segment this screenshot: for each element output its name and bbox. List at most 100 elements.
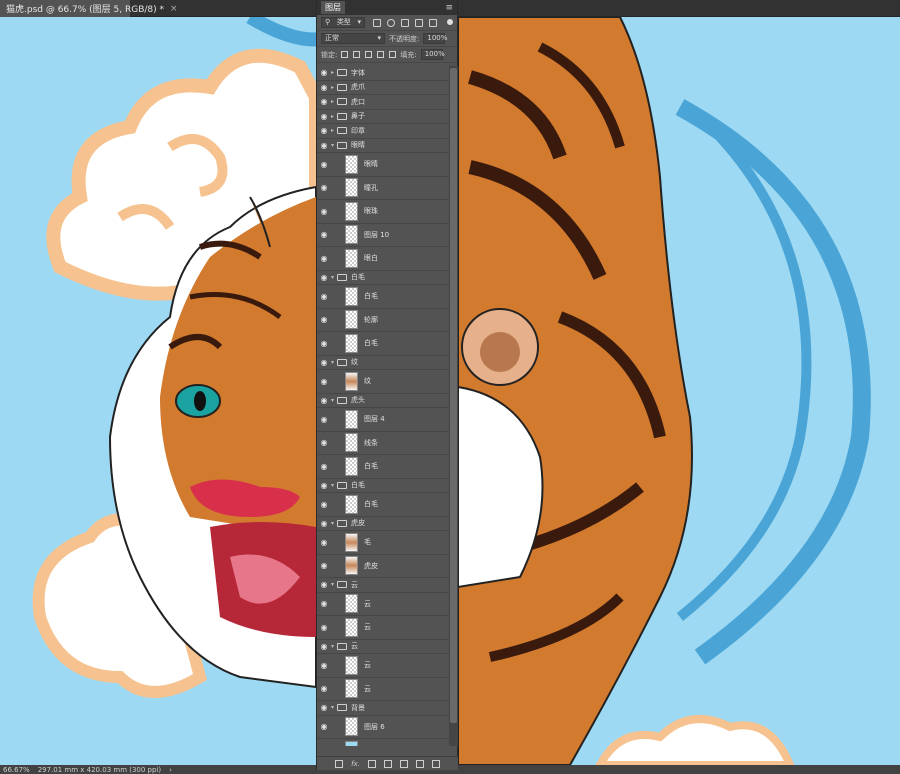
layer-thumbnail[interactable] bbox=[345, 178, 358, 198]
layer-thumbnail[interactable] bbox=[345, 617, 358, 637]
layer-group-row[interactable]: ◉ ▸ 虎口 bbox=[317, 95, 449, 110]
eye-icon[interactable]: ◉ bbox=[317, 112, 331, 121]
eye-icon[interactable]: ◉ bbox=[317, 292, 331, 301]
layer-name[interactable]: 纹 bbox=[364, 376, 371, 386]
layer-style-icon[interactable]: fx. bbox=[351, 760, 360, 768]
layer-thumbnail[interactable] bbox=[345, 456, 358, 476]
layer-group-row[interactable]: ◉ ▾ 背景 bbox=[317, 701, 449, 716]
layer-group-row[interactable]: ◉ ▾ 云 bbox=[317, 639, 449, 654]
layer-row[interactable]: ◉ 纹 bbox=[317, 370, 449, 394]
eye-icon[interactable]: ◉ bbox=[317, 599, 331, 608]
layer-name[interactable]: 云 bbox=[351, 580, 358, 590]
layer-thumbnail[interactable] bbox=[345, 409, 358, 429]
layer-group-row[interactable]: ◉ ▸ 鼻子 bbox=[317, 109, 449, 124]
layer-name[interactable]: 背景 bbox=[351, 703, 365, 713]
layer-name[interactable]: 白毛 bbox=[364, 338, 378, 348]
layer-row[interactable]: ◉ 白毛 bbox=[317, 493, 449, 517]
layer-thumbnail[interactable] bbox=[345, 201, 358, 221]
layer-group-row[interactable]: ◉ ▸ 虎爪 bbox=[317, 80, 449, 95]
close-icon[interactable]: × bbox=[170, 4, 178, 14]
blend-mode-select[interactable]: 正常 ▾ bbox=[321, 33, 385, 44]
eye-icon[interactable]: ◉ bbox=[317, 462, 331, 471]
layer-group-row[interactable]: ◉ ▾ 白毛 bbox=[317, 478, 449, 493]
eye-icon[interactable]: ◉ bbox=[317, 703, 331, 712]
layer-name[interactable]: 瞳孔 bbox=[364, 183, 378, 193]
layer-row[interactable]: ◉ 图层 4 bbox=[317, 408, 449, 432]
layer-name[interactable]: 云 bbox=[364, 599, 371, 609]
layer-name[interactable]: 虎皮 bbox=[351, 518, 365, 528]
layer-row[interactable]: ◉ 毛 bbox=[317, 531, 449, 555]
layer-thumbnail[interactable] bbox=[345, 494, 358, 514]
status-arrow-icon[interactable]: › bbox=[169, 766, 172, 774]
layer-list[interactable]: ◉ ▸ 字体 ◉ ▸ 虎爪 ◉ ▸ 虎口 ◉ ▸ 鼻子 ◉ ▸ 印章 ◉ ▾ 眼睛 ◉ 眼睛 ◉ 瞳孔 ◉ 眼珠 ◉ 图层 10 ◉… bbox=[317, 66, 449, 746]
layer-name[interactable]: 线条 bbox=[364, 438, 378, 448]
layer-thumbnail[interactable] bbox=[345, 532, 358, 552]
tab-layers[interactable]: 图层 bbox=[321, 1, 345, 14]
layer-name[interactable]: 眼珠 bbox=[364, 206, 378, 216]
eye-icon[interactable]: ◉ bbox=[317, 661, 331, 670]
layer-name[interactable]: 虎头 bbox=[351, 395, 365, 405]
layer-row[interactable]: ◉ 图层 6 bbox=[317, 715, 449, 739]
link-layers-icon[interactable] bbox=[335, 759, 344, 768]
adjustment-filter-icon[interactable] bbox=[387, 18, 395, 27]
layer-group-row[interactable]: ◉ ▾ 云 bbox=[317, 578, 449, 593]
eye-icon[interactable]: ◉ bbox=[317, 141, 331, 150]
zoom-readout[interactable]: 66.67% bbox=[3, 766, 30, 774]
layer-filter-select[interactable]: ⚲ 类型 ▾ bbox=[321, 17, 365, 28]
eye-icon[interactable]: ◉ bbox=[317, 415, 331, 424]
layer-name[interactable]: 字体 bbox=[351, 68, 365, 78]
eye-icon[interactable]: ◉ bbox=[317, 396, 331, 405]
layer-thumbnail[interactable] bbox=[345, 740, 358, 746]
eye-icon[interactable]: ◉ bbox=[317, 358, 331, 367]
layer-name[interactable]: 云 bbox=[364, 684, 371, 694]
layer-name[interactable]: 白毛 bbox=[364, 499, 378, 509]
layer-row[interactable]: ◉ 线条 bbox=[317, 431, 449, 455]
layer-group-row[interactable]: ◉ ▾ 白毛 bbox=[317, 270, 449, 285]
layer-name[interactable]: 眼睛 bbox=[351, 140, 365, 150]
layer-name[interactable]: 眼白 bbox=[364, 253, 378, 263]
eye-icon[interactable]: ◉ bbox=[317, 580, 331, 589]
layer-group-row[interactable]: ◉ ▾ 虎头 bbox=[317, 393, 449, 408]
layer-thumbnail[interactable] bbox=[345, 717, 358, 737]
lock-artboard-icon[interactable] bbox=[377, 51, 385, 58]
new-group-icon[interactable] bbox=[399, 759, 408, 768]
layer-row[interactable]: ◉ 云 bbox=[317, 654, 449, 678]
lock-transparency-icon[interactable] bbox=[341, 51, 349, 58]
layer-thumbnail[interactable] bbox=[345, 371, 358, 391]
layer-row[interactable]: ◉ 眼珠 bbox=[317, 200, 449, 224]
layer-row[interactable]: ◉ 瞳孔 bbox=[317, 176, 449, 200]
eye-icon[interactable]: ◉ bbox=[317, 538, 331, 547]
layer-thumbnail[interactable] bbox=[345, 655, 358, 675]
eye-icon[interactable]: ◉ bbox=[317, 68, 331, 77]
layer-thumbnail[interactable] bbox=[345, 594, 358, 614]
lock-image-icon[interactable] bbox=[353, 51, 361, 58]
eye-icon[interactable]: ◉ bbox=[317, 160, 331, 169]
layer-name[interactable]: 白毛 bbox=[351, 480, 365, 490]
scrollbar-thumb[interactable] bbox=[450, 68, 457, 723]
layer-group-row[interactable]: ◉ ▸ 字体 bbox=[317, 66, 449, 81]
eye-icon[interactable]: ◉ bbox=[317, 684, 331, 693]
layer-name[interactable]: 白毛 bbox=[364, 461, 378, 471]
layer-group-row[interactable]: ◉ ▸ 印章 bbox=[317, 124, 449, 139]
eye-icon[interactable]: ◉ bbox=[317, 83, 331, 92]
lock-position-icon[interactable] bbox=[365, 51, 373, 58]
type-filter-icon[interactable] bbox=[401, 18, 409, 27]
opacity-field[interactable]: 100% bbox=[423, 33, 447, 44]
layer-row[interactable]: ◉ 白毛 bbox=[317, 332, 449, 356]
eye-icon[interactable]: ◉ bbox=[317, 254, 331, 263]
shape-filter-icon[interactable] bbox=[415, 18, 423, 27]
layer-row[interactable]: ◉ 眼睛 bbox=[317, 153, 449, 177]
layer-name[interactable]: 云 bbox=[364, 660, 371, 670]
eye-icon[interactable]: ◉ bbox=[317, 377, 331, 386]
trash-icon[interactable] bbox=[431, 759, 440, 768]
eye-icon[interactable]: ◉ bbox=[317, 500, 331, 509]
layer-name[interactable]: 白毛 bbox=[351, 272, 365, 282]
layer-name[interactable]: 云 bbox=[351, 641, 358, 651]
pixel-filter-icon[interactable] bbox=[373, 18, 381, 27]
layer-name[interactable]: 鼻子 bbox=[351, 111, 365, 121]
layer-name[interactable]: 轮廓 bbox=[364, 315, 378, 325]
eye-icon[interactable]: ◉ bbox=[317, 230, 331, 239]
eye-icon[interactable]: ◉ bbox=[317, 183, 331, 192]
eye-icon[interactable]: ◉ bbox=[317, 126, 331, 135]
layer-name[interactable]: 虎爪 bbox=[351, 82, 365, 92]
